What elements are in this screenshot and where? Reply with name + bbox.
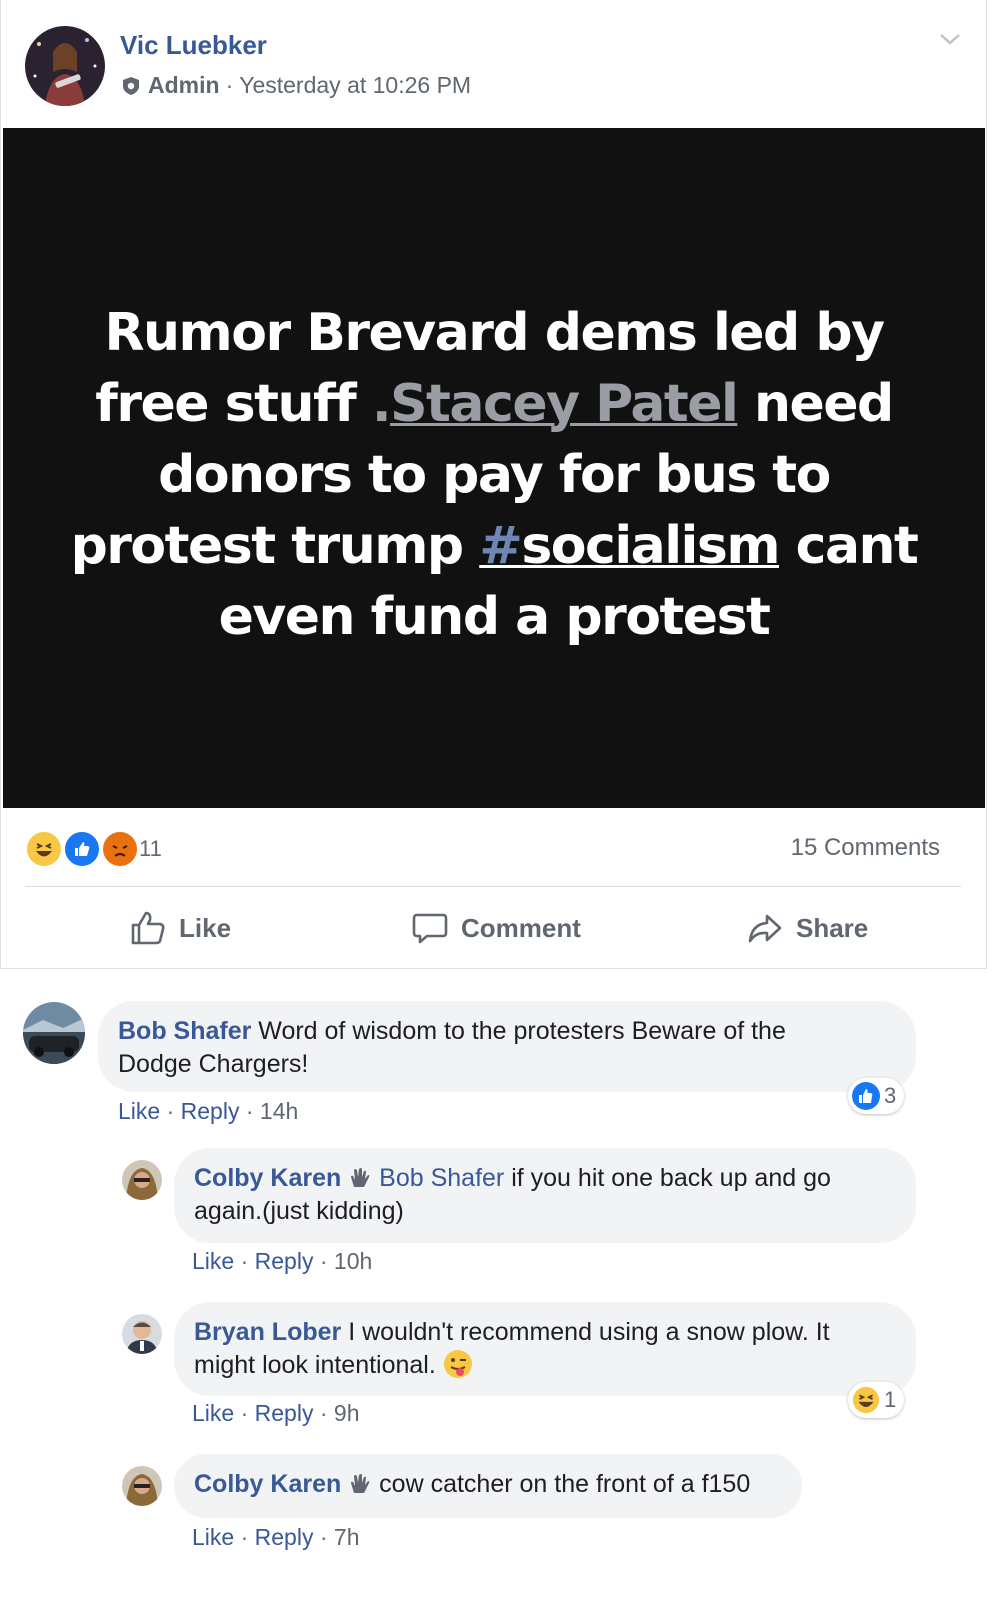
post-author-name[interactable]: Vic Luebker <box>120 30 267 61</box>
divider <box>25 886 961 887</box>
chevron-down-icon[interactable] <box>938 30 962 48</box>
link-separator: · <box>166 1098 175 1124</box>
tongue-wink-emoji-icon <box>443 1350 472 1378</box>
comment-bubble: Colby Karen cow catcher on the front of … <box>174 1454 802 1518</box>
like-icon <box>63 830 101 868</box>
comment-button[interactable]: Comment <box>411 906 581 950</box>
commenter-avatar[interactable] <box>23 1002 85 1064</box>
comment-like-link[interactable]: Like <box>118 1098 160 1124</box>
comment-time[interactable]: 9h <box>334 1400 360 1426</box>
comment-reply-link[interactable]: Reply <box>255 1524 314 1550</box>
image-text-part: free stuff <box>95 374 372 434</box>
comment-text: if you hit one back up and go <box>504 1164 831 1192</box>
haha-icon <box>25 830 63 868</box>
comment-text: Word of wisdom to the protesters Beware … <box>251 1017 786 1045</box>
post-card: Vic Luebker Admin · Yesterday at 10:26 P… <box>0 0 987 969</box>
link-separator: · <box>240 1400 249 1426</box>
angry-icon <box>101 830 139 868</box>
link-separator: · <box>240 1248 249 1274</box>
comment-reaction-badge[interactable]: 1 <box>848 1382 905 1418</box>
comment-bubble: Colby Karen Bob Shafer if you hit one ba… <box>174 1148 916 1243</box>
comment-label: Comment <box>461 912 581 943</box>
comment-like-link[interactable]: Like <box>192 1400 234 1426</box>
comment-like-link[interactable]: Like <box>192 1524 234 1550</box>
link-separator: · <box>319 1524 328 1550</box>
mentioned-user[interactable]: Bob Shafer <box>379 1164 504 1192</box>
comment-like-link[interactable]: Like <box>192 1248 234 1274</box>
reaction-count[interactable]: 11 <box>139 836 162 862</box>
image-text-line: even fund a protest <box>218 587 771 647</box>
comment-actions: Like · Reply · 14h <box>118 1098 298 1125</box>
image-text-dot: . <box>371 374 392 434</box>
commenter-name[interactable]: Colby Karen <box>194 1164 341 1192</box>
wave-hand-icon <box>351 1474 370 1493</box>
link-separator: · <box>319 1248 328 1274</box>
commenter-name[interactable]: Bryan Lober <box>194 1318 341 1346</box>
image-text-line: protest trump #socialism cant <box>23 511 965 582</box>
image-text-part: cant <box>779 516 919 576</box>
comment-actions: Like · Reply · 9h <box>192 1400 360 1427</box>
commenter-avatar[interactable] <box>122 1314 162 1354</box>
link-separator: · <box>240 1524 249 1550</box>
thumbs-up-icon <box>131 911 165 945</box>
reaction-count: 3 <box>884 1083 897 1108</box>
post-image[interactable]: Rumor Brevard dems led by free stuff .St… <box>3 128 985 808</box>
admin-shield-icon <box>123 76 139 95</box>
like-icon <box>852 1082 880 1110</box>
comment-bubble-icon <box>412 913 448 944</box>
comment-actions: Like · Reply · 10h <box>192 1248 372 1275</box>
image-text-part: protest trump <box>70 516 480 576</box>
comment-text: again.(just kidding) <box>194 1197 404 1225</box>
image-text-hashtag: #socialism <box>479 516 780 576</box>
commenter-avatar[interactable] <box>122 1466 162 1506</box>
share-button[interactable]: Share <box>746 906 868 950</box>
comment-actions: Like · Reply · 7h <box>192 1524 360 1551</box>
post-meta: Admin · Yesterday at 10:26 PM <box>120 72 471 99</box>
comment-text: cow catcher on the front of a f150 <box>379 1470 751 1498</box>
like-button[interactable]: Like <box>129 906 231 950</box>
share-label: Share <box>796 912 869 943</box>
comment-reaction-badge[interactable]: 3 <box>848 1078 905 1114</box>
image-text-line: Rumor Brevard dems led by <box>104 303 886 363</box>
comment-text: might look intentional. <box>194 1351 436 1379</box>
comment-reply-link[interactable]: Reply <box>181 1098 240 1124</box>
comment-time[interactable]: 7h <box>334 1524 360 1550</box>
author-avatar[interactable] <box>25 26 105 106</box>
post-image-text: Rumor Brevard dems led by free stuff .St… <box>23 298 965 653</box>
link-separator: · <box>319 1400 328 1426</box>
hashtag-symbol: # <box>479 516 523 576</box>
comment-time[interactable]: 10h <box>334 1248 372 1274</box>
image-text-line: donors to pay for bus to <box>158 445 831 505</box>
comment-text: Dodge Chargers! <box>118 1050 309 1078</box>
commenter-avatar[interactable] <box>122 1160 162 1200</box>
wave-hand-icon <box>351 1168 370 1187</box>
share-arrow-icon <box>748 914 782 943</box>
comment-text: I wouldn't recommend using a snow plow. … <box>341 1318 830 1346</box>
admin-label: Admin <box>148 72 220 98</box>
image-text-line: free stuff .Stacey Patel need <box>23 369 965 440</box>
comment-reply-link[interactable]: Reply <box>255 1400 314 1426</box>
comment-bubble: Bryan Lober I wouldn't recommend using a… <box>174 1302 916 1396</box>
comment-bubble: Bob Shafer Word of wisdom to the protest… <box>98 1001 916 1092</box>
post-timestamp[interactable]: Yesterday at 10:26 PM <box>239 72 471 99</box>
meta-separator: · <box>225 72 234 98</box>
link-separator: · <box>245 1098 254 1124</box>
image-text-mention: Stacey Patel <box>390 374 739 434</box>
commenter-name[interactable]: Bob Shafer <box>118 1017 251 1045</box>
commenter-name[interactable]: Colby Karen <box>194 1470 341 1498</box>
haha-icon <box>852 1386 880 1414</box>
comments-count[interactable]: 15 Comments <box>791 834 940 862</box>
reaction-count: 1 <box>884 1387 897 1412</box>
comment-reply-link[interactable]: Reply <box>255 1248 314 1274</box>
like-label: Like <box>179 912 232 943</box>
image-text-part: need <box>737 374 894 434</box>
comment-time[interactable]: 14h <box>260 1098 298 1124</box>
hashtag-word: socialism <box>521 516 780 576</box>
